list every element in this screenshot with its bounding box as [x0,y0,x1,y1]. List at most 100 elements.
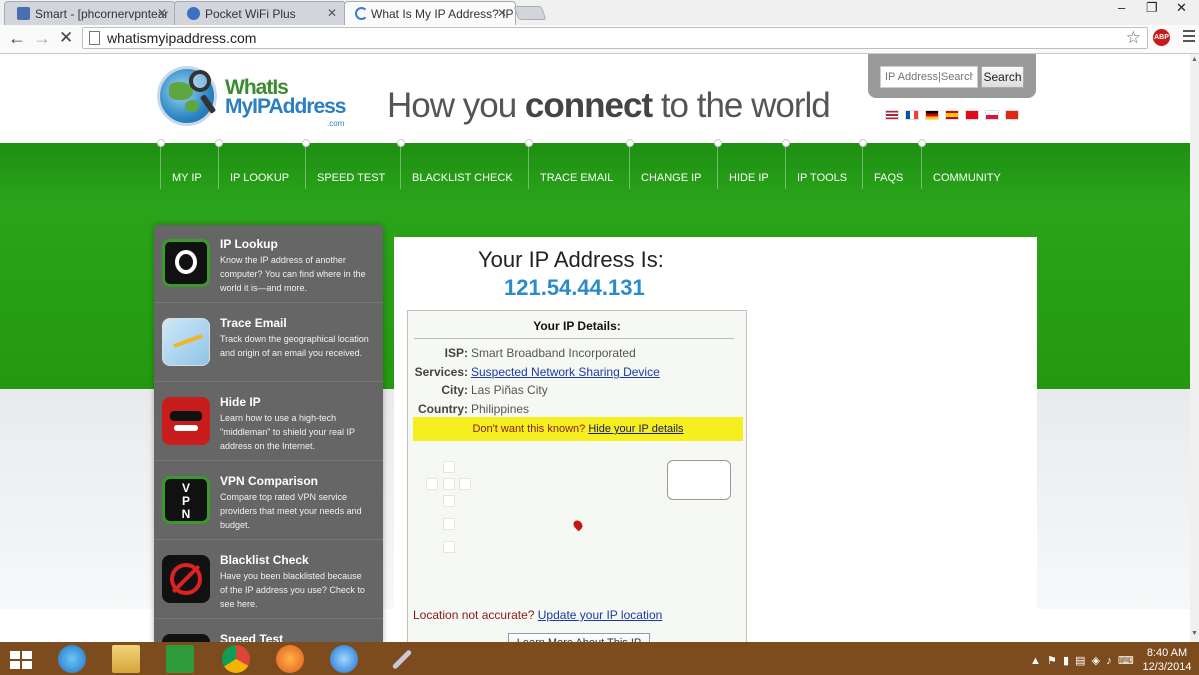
blacklist-icon [162,555,210,603]
site-logo[interactable]: WhatIs MyIPAddress .com [155,64,350,130]
favicon-icon [187,7,200,20]
nav-trace-email[interactable]: TRACE EMAIL [525,139,613,189]
tab-title: What Is My IP Address? IP [371,7,514,21]
scroll-up-icon[interactable]: ▲ [1191,56,1198,63]
close-tab-icon[interactable]: ✕ [497,6,507,20]
pl-flag-icon[interactable] [985,110,999,120]
nav-speed-test[interactable]: SPEED TEST [302,139,385,189]
logo-text-2: MyIPAddress [225,95,346,118]
nav-community[interactable]: COMMUNITY [918,139,1001,189]
tr-flag-icon[interactable] [965,110,979,120]
sidebar-item-vpn-comparison[interactable]: VPN VPN Comparison Compare top rated VPN… [154,462,383,540]
nav-faqs[interactable]: FAQS [859,139,903,189]
nav-blacklist-check[interactable]: BLACKLIST CHECK [397,139,513,189]
country-value: Philippines [471,402,530,416]
vpn-icon: VPN [162,476,210,524]
vertical-scrollbar[interactable]: ▲ ▼ [1190,54,1199,642]
location-accuracy: Location not accurate? Update your IP lo… [413,608,663,622]
loading-spinner-icon [355,7,368,20]
back-arrow-icon[interactable]: ← [8,28,26,49]
page-icon [89,31,100,45]
country-label: Country: [418,402,468,416]
ip-address: 121.54.44.131 [504,275,645,300]
menu-icon[interactable] [1183,30,1195,45]
sidebar-item-hide-ip[interactable]: Hide IP Learn how to use a high-tech "mi… [154,383,383,461]
hide-ip-link[interactable]: Hide your IP details [588,423,683,435]
close-tab-icon[interactable]: ✕ [157,6,167,20]
map-icon [162,318,210,366]
fr-flag-icon[interactable] [905,110,919,120]
stop-icon[interactable]: ✕ [59,28,73,48]
nav-hide-ip[interactable]: HIDE IP [714,139,769,189]
speedometer-icon [162,634,210,642]
ip-details-panel: Your IP Details: ISP: Smart Broadband In… [407,310,747,642]
internet-explorer-icon[interactable] [58,645,86,673]
search-input[interactable] [880,66,978,88]
web-page: WhatIs MyIPAddress .com How you connect … [0,54,1190,642]
system-tray[interactable]: ▲ ⚑ ▮ ▤ ◈ ♪ ⌨ [1030,654,1134,667]
adblock-icon[interactable]: ABP [1153,29,1170,46]
app-icon[interactable] [330,645,358,673]
tab-title: Pocket WiFi Plus [205,7,296,21]
es-flag-icon[interactable] [945,110,959,120]
logo-suffix: .com [327,119,345,128]
start-button[interactable] [8,645,36,673]
cn-flag-icon[interactable] [1005,110,1019,120]
services-link[interactable]: Suspected Network Sharing Device [471,365,660,379]
de-flag-icon[interactable] [925,110,939,120]
sidebar-item-speed-test[interactable]: Speed Test [154,620,383,642]
ip-heading: Your IP Address Is: [478,247,664,272]
chrome-icon[interactable] [222,645,250,673]
sidebar-item-blacklist-check[interactable]: Blacklist Check Have you been blackliste… [154,541,383,619]
services-label: Services: [414,365,468,379]
us-flag-icon[interactable] [885,110,899,120]
tab-title: Smart - [phcornervpntear [35,7,169,21]
isp-value: Smart Broadband Incorporated [471,346,636,360]
clock[interactable]: 8:40 AM 12/3/2014 [1142,646,1192,674]
clock-date: 12/3/2014 [1142,661,1192,673]
url-text[interactable]: whatismyipaddress.com [107,30,256,46]
privacy-warning: Don't want this known? Hide your IP deta… [413,417,743,441]
minimize-icon[interactable]: – [1118,0,1125,15]
address-bar[interactable]: whatismyipaddress.com ☆ [82,27,1148,49]
search-button[interactable]: Search [981,66,1024,88]
close-tab-icon[interactable]: ✕ [327,6,337,20]
tab-strip: Smart - [phcornervpntear ✕ Pocket WiFi P… [0,0,1199,25]
tab-whatismyip[interactable]: What Is My IP Address? IP ✕ [344,1,516,25]
new-tab-button[interactable] [513,6,547,20]
nav-ip-lookup[interactable]: IP LOOKUP [215,139,289,189]
bookmark-star-icon[interactable]: ☆ [1126,28,1141,48]
mask-icon [162,397,210,445]
update-location-link[interactable]: Update your IP location [538,608,663,622]
scroll-down-icon[interactable]: ▼ [1191,630,1198,637]
forward-arrow-icon[interactable]: → [33,28,51,49]
ip-lookup-icon [162,239,210,287]
sidebar-item-ip-lookup[interactable]: IP Lookup Know the IP address of another… [154,225,383,303]
restore-icon[interactable]: ❐ [1146,0,1158,16]
feather-icon[interactable] [386,645,414,673]
sidebar-item-trace-email[interactable]: Trace Email Track down the geographical … [154,304,383,382]
sidebar: IP Lookup Know the IP address of another… [154,225,383,642]
city-value: Las Piñas City [471,383,548,397]
close-window-icon[interactable]: ✕ [1176,0,1187,16]
search-panel: Search [868,54,1036,98]
clock-time: 8:40 AM [1146,647,1188,659]
tab-smart[interactable]: Smart - [phcornervpntear ✕ [4,1,176,25]
file-explorer-icon[interactable] [112,645,140,673]
firefox-icon[interactable] [276,645,304,673]
tab-pocket-wifi[interactable]: Pocket WiFi Plus ✕ [174,1,346,25]
learn-more-button[interactable]: Learn More About This IP [508,633,650,642]
nav-change-ip[interactable]: CHANGE IP [626,139,702,189]
map-pin-icon [571,518,585,532]
details-title: Your IP Details: [533,319,621,333]
windows-taskbar: ▲ ⚑ ▮ ▤ ◈ ♪ ⌨ 8:40 AM 12/3/2014 [0,642,1199,675]
tagline: How you connect to the world [387,86,831,125]
nav-my-ip[interactable]: MY IP [157,139,202,189]
browser-toolbar: ← → ✕ whatismyipaddress.com ☆ ABP [0,25,1199,54]
nav-ip-tools[interactable]: IP TOOLS [782,139,847,189]
city-label: City: [441,383,468,397]
map-info-bubble [667,460,731,500]
isp-label: ISP: [444,346,468,360]
store-icon[interactable] [166,645,194,673]
favicon-icon [17,7,30,20]
